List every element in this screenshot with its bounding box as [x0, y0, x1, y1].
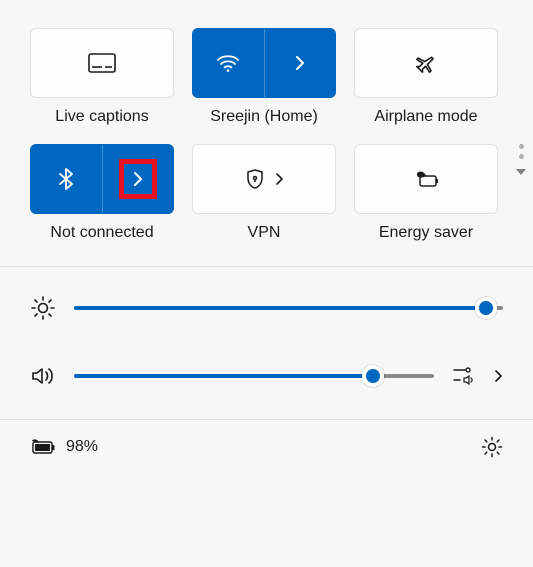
brightness-thumb[interactable]: [475, 297, 497, 319]
wifi-tile: [192, 28, 336, 98]
brightness-slider[interactable]: [74, 306, 503, 310]
battery-status[interactable]: 98%: [30, 438, 98, 456]
airplane-tile[interactable]: [354, 28, 498, 98]
energy-label: Energy saver: [379, 224, 473, 242]
tiles-grid: Live captions: [0, 0, 533, 266]
chevron-right-icon[interactable]: [494, 369, 503, 383]
chevron-right-icon: [294, 54, 306, 72]
volume-slider[interactable]: [74, 374, 434, 378]
shield-lock-icon: [245, 168, 265, 190]
energy-saver-tile[interactable]: [354, 144, 498, 214]
chevron-right-icon: [132, 170, 144, 188]
brightness-row: [30, 295, 503, 321]
bluetooth-tile: [30, 144, 174, 214]
tile-wrap-vpn: VPN: [192, 144, 336, 242]
tile-wrap-energy: Energy saver: [354, 144, 498, 242]
tile-wrap-bluetooth: Not connected: [30, 144, 174, 242]
airplane-label: Airplane mode: [374, 108, 477, 126]
page-dot: [519, 144, 524, 149]
tile-wrap-wifi: Sreejin (Home): [192, 28, 336, 126]
bottom-bar: 98%: [0, 420, 533, 474]
vpn-label: VPN: [248, 224, 281, 242]
page-dot: [519, 154, 524, 159]
sliders-section: [0, 267, 533, 419]
wifi-label: Sreejin (Home): [210, 108, 318, 126]
airplane-icon: [414, 52, 438, 74]
bluetooth-icon: [58, 167, 74, 191]
chevron-right-icon: [275, 172, 284, 186]
bluetooth-expand-button[interactable]: [103, 145, 174, 213]
tile-wrap-airplane: Airplane mode: [354, 28, 498, 126]
wifi-expand-button[interactable]: [265, 29, 336, 97]
vpn-tile[interactable]: [192, 144, 336, 214]
captions-icon: [88, 53, 116, 73]
battery-icon: [30, 439, 56, 455]
tile-wrap-live-captions: Live captions: [30, 28, 174, 126]
volume-thumb[interactable]: [362, 365, 384, 387]
bluetooth-label: Not connected: [50, 224, 153, 242]
volume-row: [30, 365, 503, 387]
wifi-icon: [216, 53, 240, 73]
bluetooth-toggle[interactable]: [31, 145, 103, 213]
leaf-battery-icon: [413, 170, 439, 188]
wifi-toggle[interactable]: [193, 29, 265, 97]
audio-output-icon[interactable]: [452, 366, 476, 386]
page-indicator: [515, 144, 527, 176]
brightness-icon: [30, 295, 56, 321]
gear-icon[interactable]: [481, 436, 503, 458]
brightness-fill: [74, 306, 486, 310]
live-captions-tile[interactable]: [30, 28, 174, 98]
battery-text: 98%: [66, 438, 98, 456]
volume-icon: [30, 365, 56, 387]
chevron-down-icon[interactable]: [515, 168, 527, 176]
quick-settings-panel: Live captions: [0, 0, 533, 567]
live-captions-label: Live captions: [55, 108, 148, 126]
volume-fill: [74, 374, 373, 378]
